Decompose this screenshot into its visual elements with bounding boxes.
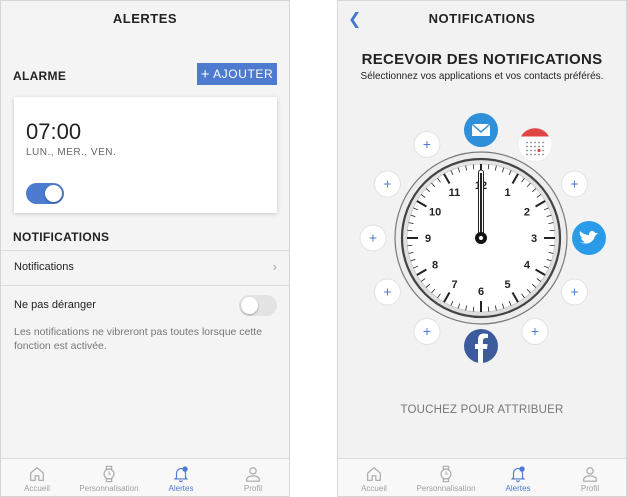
add-app-slot[interactable]: + [373, 278, 401, 306]
svg-text:+: + [531, 323, 539, 339]
dial-numeral: 8 [432, 260, 438, 272]
dial-tick [472, 164, 475, 170]
svg-text:+: + [383, 284, 391, 300]
dial-numeral: 4 [524, 260, 531, 272]
dial-numeral: 3 [531, 233, 537, 245]
dial-tick [549, 244, 555, 247]
dial-numeral: 10 [429, 207, 441, 219]
plus-icon: + [200, 65, 211, 83]
tab-label: Profil [243, 484, 263, 493]
dial-tick [472, 306, 475, 312]
svg-text:+: + [423, 323, 431, 339]
home-icon [367, 466, 381, 481]
add-alarm-button[interactable]: + AJOUTER [197, 63, 277, 85]
screenshot-root: ALERTES ALARME + AJOUTER 07:00 LUN., MER… [0, 0, 627, 497]
tab-label: Profil [580, 484, 600, 493]
dial-tick [549, 229, 555, 232]
notifications-row[interactable]: Notifications › [1, 251, 289, 285]
home-icon [30, 466, 44, 481]
alarm-toggle[interactable] [26, 183, 64, 204]
add-app-slot[interactable]: + [561, 170, 589, 198]
tab-alerts[interactable]: Alertes [145, 459, 217, 496]
person-icon [583, 467, 597, 482]
dnd-toggle[interactable] [239, 295, 277, 316]
divider [1, 285, 289, 286]
tap-to-assign-label: TOUCHEZ POUR ATTRIBUER [400, 404, 564, 416]
tab-home[interactable]: Accueil [1, 459, 73, 496]
dial-tick [487, 306, 490, 312]
person-icon [246, 467, 260, 482]
twitter-icon[interactable] [572, 221, 606, 255]
page-title: ALERTES [112, 11, 178, 26]
add-app-slot[interactable]: + [521, 318, 549, 346]
do-not-disturb-row: Ne pas déranger [1, 289, 289, 323]
alerts-screen: ALERTES ALARME + AJOUTER 07:00 LUN., MER… [0, 0, 290, 497]
add-button-label: AJOUTER [213, 67, 274, 81]
tab-home[interactable]: Accueil [338, 459, 410, 496]
notifications-section-title: NOTIFICATIONS [13, 230, 110, 244]
tab-label: Personnalisation [79, 484, 139, 493]
tab-label: Alertes [505, 484, 531, 493]
page-title: NOTIFICATIONS [428, 11, 536, 26]
dial-numeral: 1 [504, 187, 510, 199]
bell-icon [173, 466, 189, 483]
add-app-slot[interactable]: + [413, 130, 441, 158]
facebook-icon[interactable] [464, 329, 498, 363]
tab-label: Alertes [168, 484, 194, 493]
dial-numeral: 7 [451, 279, 457, 291]
dial-numeral: 6 [478, 286, 484, 298]
dnd-description: Les notifications ne vibreront pas toute… [14, 326, 263, 352]
dial-numeral: 9 [425, 233, 431, 245]
notifications-row-label: Notifications [14, 261, 74, 273]
add-app-slot[interactable]: + [359, 224, 387, 252]
dial-numeral: 5 [504, 279, 510, 291]
add-app-slot[interactable]: + [561, 278, 589, 306]
alarm-section-title: ALARME [13, 69, 67, 83]
tab-personalization[interactable]: Personnalisation [410, 459, 482, 496]
tab-label: Accueil [361, 484, 387, 493]
watch-icon [440, 465, 452, 483]
add-app-slot[interactable]: + [413, 318, 441, 346]
bell-icon [510, 466, 526, 483]
notifications-subheading: Sélectionnez vos applications et vos con… [360, 71, 604, 82]
tab-personalization[interactable]: Personnalisation [73, 459, 145, 496]
watch-icon [103, 465, 115, 483]
dial-numeral: 2 [524, 207, 530, 219]
calendar-icon[interactable] [517, 126, 553, 162]
svg-text:+: + [570, 176, 578, 192]
svg-text:+: + [570, 284, 578, 300]
svg-text:+: + [369, 230, 377, 246]
notifications-heading: RECEVOIR DES NOTIFICATIONS [361, 51, 603, 68]
dial-tick [407, 229, 413, 232]
tab-profile[interactable]: Profil [217, 459, 289, 496]
tab-alerts[interactable]: Alertes [482, 459, 554, 496]
tab-label: Personnalisation [416, 484, 476, 493]
svg-text:+: + [423, 136, 431, 152]
mail-icon[interactable] [464, 113, 498, 147]
svg-text:+: + [383, 176, 391, 192]
alarm-time: 07:00 [26, 119, 82, 144]
watch-dial: 121234567891011 + + + + + + + + [359, 113, 606, 363]
tab-profile[interactable]: Profil [554, 459, 626, 496]
tab-bar: Accueil Personnalisation Alertes Profil [1, 458, 289, 496]
tab-bar: Accueil Personnalisation Alertes Profil [338, 458, 626, 496]
add-app-slot[interactable]: + [373, 170, 401, 198]
dnd-label: Ne pas déranger [14, 299, 96, 311]
alarm-card[interactable]: 07:00 LUN., MER., VEN. [14, 97, 277, 213]
dial-numeral: 11 [449, 187, 461, 199]
alarm-days: LUN., MER., VEN. [26, 147, 117, 158]
dial-tick [487, 164, 490, 170]
notifications-screen: ❮ NOTIFICATIONS RECEVOIR DES NOTIFICATIO… [337, 0, 627, 497]
tab-label: Accueil [24, 484, 50, 493]
chevron-right-icon: › [272, 259, 277, 274]
dial-tick [407, 244, 413, 247]
